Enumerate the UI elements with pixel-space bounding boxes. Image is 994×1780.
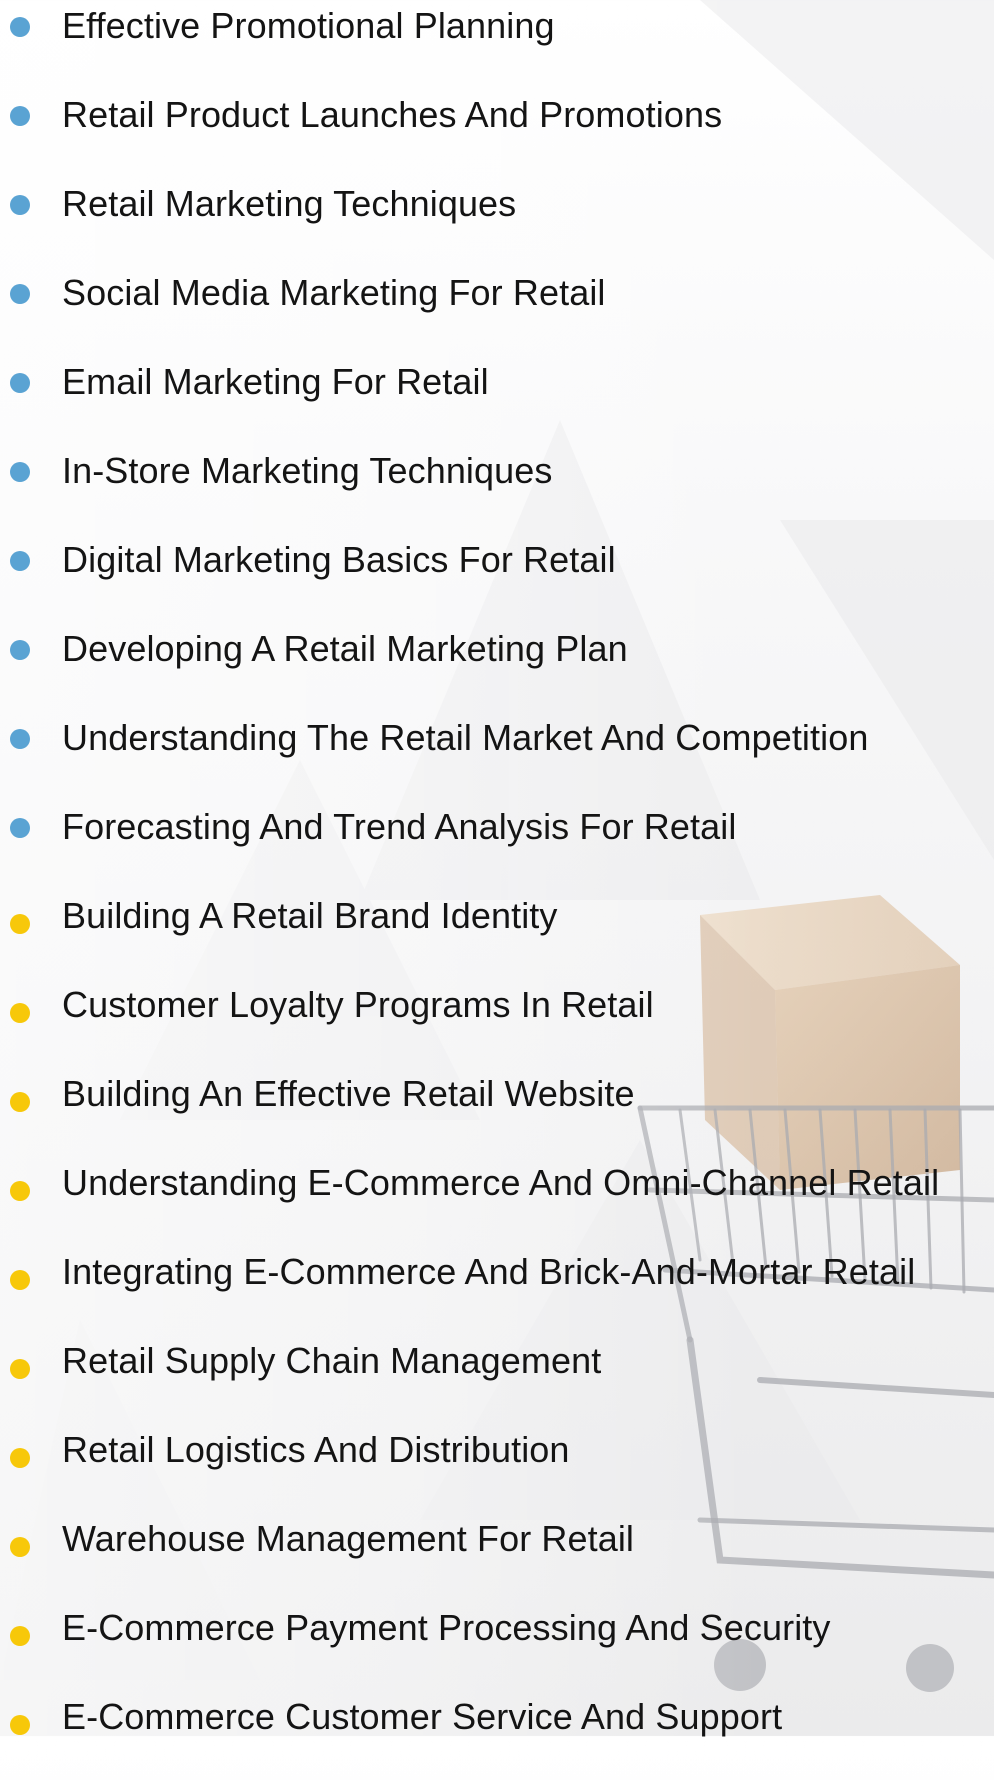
topic-label: In-Store Marketing Techniques [62, 450, 553, 491]
list-item: Digital Marketing Basics For Retail [0, 534, 994, 623]
topic-label: Retail Supply Chain Management [62, 1340, 602, 1381]
bullet-icon [10, 1359, 30, 1379]
bullet-icon [10, 462, 30, 482]
topic-label: Understanding The Retail Market And Comp… [62, 717, 869, 758]
list-item: E-Commerce Payment Processing And Securi… [0, 1602, 994, 1691]
topic-label: Understanding E-Commerce And Omni-Channe… [62, 1162, 940, 1203]
list-item: Retail Marketing Techniques [0, 178, 994, 267]
topic-label: Forecasting And Trend Analysis For Retai… [62, 806, 737, 847]
topic-label: Effective Promotional Planning [62, 5, 555, 46]
bullet-icon [10, 106, 30, 126]
list-item: Retail Logistics And Distribution [0, 1424, 994, 1513]
list-item: Integrating E-Commerce And Brick-And-Mor… [0, 1246, 994, 1335]
bullet-icon [10, 729, 30, 749]
list-item: Effective Promotional Planning [0, 0, 994, 89]
list-item: Understanding E-Commerce And Omni-Channe… [0, 1157, 994, 1246]
topic-label: Retail Product Launches And Promotions [62, 94, 723, 135]
topic-label: Building A Retail Brand Identity [62, 895, 558, 936]
bullet-icon [10, 1270, 30, 1290]
bullet-icon [10, 373, 30, 393]
list-item: Building A Retail Brand Identity [0, 890, 994, 979]
bullet-icon [10, 1448, 30, 1468]
bullet-icon [10, 1003, 30, 1023]
list-item: Understanding The Retail Market And Comp… [0, 712, 994, 801]
bullet-icon [10, 17, 30, 37]
bullet-icon [10, 284, 30, 304]
topic-label: Digital Marketing Basics For Retail [62, 539, 616, 580]
list-item: In-Store Marketing Techniques [0, 445, 994, 534]
topic-label: Integrating E-Commerce And Brick-And-Mor… [62, 1251, 916, 1292]
bullet-icon [10, 195, 30, 215]
topic-label: Developing A Retail Marketing Plan [62, 628, 628, 669]
bullet-icon [10, 1092, 30, 1112]
list-item: Warehouse Management For Retail [0, 1513, 994, 1602]
bullet-icon [10, 914, 30, 934]
list-item: Social Media Marketing For Retail [0, 267, 994, 356]
list-item: Forecasting And Trend Analysis For Retai… [0, 801, 994, 890]
topic-label: Retail Logistics And Distribution [62, 1429, 570, 1470]
topic-label: E-Commerce Customer Service And Support [62, 1696, 783, 1737]
bullet-icon [10, 1626, 30, 1646]
topic-label: E-Commerce Payment Processing And Securi… [62, 1607, 831, 1648]
bullet-icon [10, 1715, 30, 1735]
list-item: Building An Effective Retail Website [0, 1068, 994, 1157]
list-item: Developing A Retail Marketing Plan [0, 623, 994, 712]
topic-label: Building An Effective Retail Website [62, 1073, 635, 1114]
bullet-icon [10, 1537, 30, 1557]
bullet-icon [10, 818, 30, 838]
list-item: Retail Supply Chain Management [0, 1335, 994, 1424]
list-item: Email Marketing For Retail [0, 356, 994, 445]
topic-label: Email Marketing For Retail [62, 361, 489, 402]
topic-label: Customer Loyalty Programs In Retail [62, 984, 654, 1025]
topic-label: Warehouse Management For Retail [62, 1518, 635, 1559]
bullet-icon [10, 551, 30, 571]
list-item: Retail Product Launches And Promotions [0, 89, 994, 178]
bullet-icon [10, 640, 30, 660]
list-item: Customer Loyalty Programs In Retail [0, 979, 994, 1068]
bullet-icon [10, 1181, 30, 1201]
topic-label: Social Media Marketing For Retail [62, 272, 606, 313]
topic-list: Effective Promotional Planning Retail Pr… [0, 0, 994, 1780]
topic-label: Retail Marketing Techniques [62, 183, 517, 224]
